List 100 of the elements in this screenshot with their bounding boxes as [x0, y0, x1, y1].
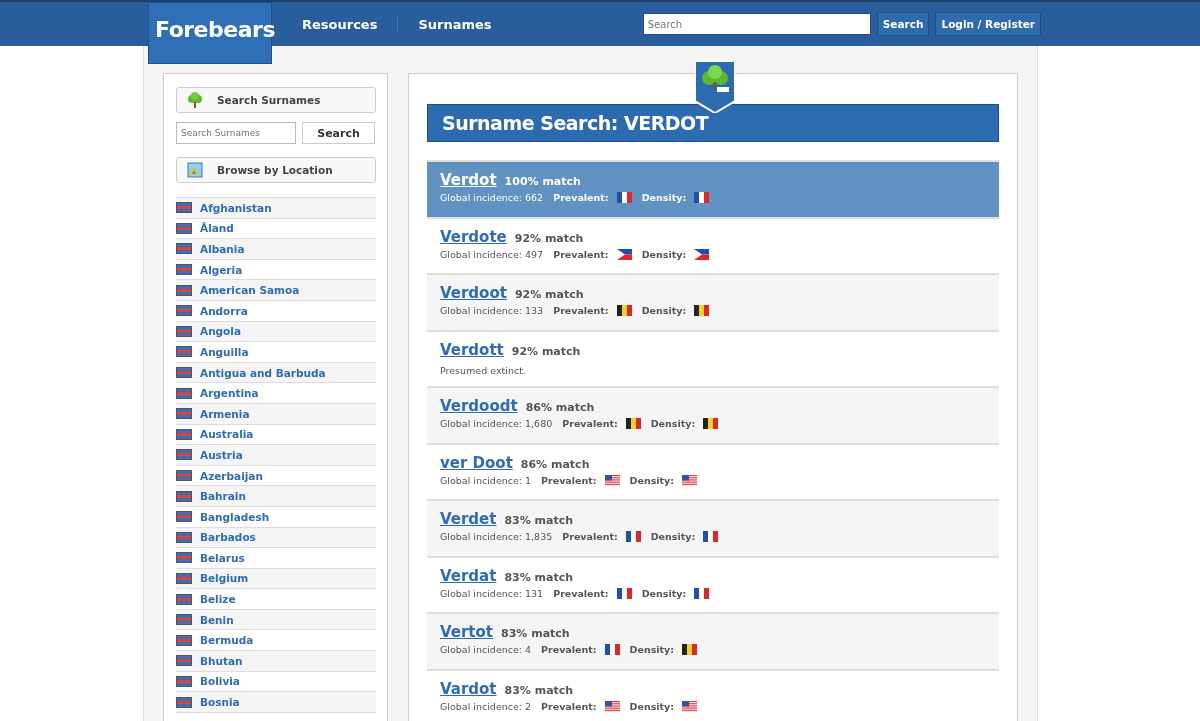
density-label: Density:	[629, 700, 675, 712]
country-link[interactable]: Bangladesh	[200, 510, 270, 523]
country-link[interactable]: Australia	[200, 428, 254, 441]
surname-link[interactable]: Verdat	[440, 566, 497, 585]
incidence-text: Global incidence: 497	[440, 248, 544, 260]
density-label: Density:	[629, 644, 675, 655]
surname-link[interactable]: Vertot	[440, 623, 493, 641]
surname-link[interactable]: Verdoot	[440, 284, 507, 302]
match-percent: 92% match	[514, 231, 584, 245]
country-link[interactable]: Barbados	[200, 531, 256, 544]
result-row[interactable]: Verdoot 92% match Global incidence: 133 Prevalent: Density:	[427, 275, 999, 332]
match-percent: 83% match	[504, 683, 574, 697]
flag-icon	[625, 418, 641, 429]
flag-icon	[176, 634, 192, 646]
flag-icon	[176, 614, 192, 626]
flag-icon	[176, 367, 192, 379]
prevalent-label: Prevalent:	[553, 192, 609, 203]
search-surnames-button[interactable]: Search Surnames	[176, 87, 376, 113]
prevalent-label: Prevalent:	[541, 700, 597, 712]
surname-link[interactable]: ver Doot	[440, 453, 513, 472]
incidence-text: Global incidence: 131	[440, 587, 544, 599]
flag-icon	[625, 531, 641, 542]
country-link[interactable]: Belize	[200, 593, 236, 606]
flag-icon	[703, 531, 719, 542]
country-link[interactable]: Anguilla	[200, 345, 249, 358]
match-percent: 83% match	[501, 627, 570, 640]
density-label: Density:	[650, 531, 696, 542]
country-link[interactable]: Åland	[200, 222, 234, 235]
surname-search-field[interactable]: Search Surnames	[176, 122, 296, 144]
flag-icon	[176, 675, 192, 687]
flag-icon	[176, 408, 192, 420]
country-link[interactable]: Azerbaijan	[200, 469, 263, 482]
country-link[interactable]: Algeria	[200, 263, 243, 276]
country-link[interactable]: Argentina	[200, 387, 259, 400]
flag-icon	[694, 587, 710, 599]
match-percent: 100% match	[504, 175, 581, 188]
nav-link[interactable]: Resources	[292, 16, 388, 32]
login-button[interactable]: Login / Register	[935, 12, 1041, 36]
country-link[interactable]: Benin	[200, 613, 234, 626]
density-label: Density:	[629, 474, 675, 486]
tree-icon	[187, 92, 203, 108]
search-field[interactable]: Search	[642, 13, 871, 35]
flag-icon	[694, 192, 710, 203]
result-row[interactable]: Verdet 83% match Global incidence: 1,835 Prevalent: Density:	[427, 501, 999, 558]
country-link[interactable]: Bolivia	[200, 675, 240, 688]
flag-icon	[176, 428, 192, 440]
extinct-note: Presumed extinct.	[440, 364, 526, 376]
result-row[interactable]: Vertot 83% match Global incidence: 4 Prevalent: Density:	[427, 614, 999, 671]
country-link[interactable]: Bermuda	[200, 634, 254, 647]
incidence-text: Global incidence: 4	[440, 644, 532, 655]
surname-link[interactable]: Verdet	[440, 510, 497, 528]
search-button[interactable]: Search	[876, 12, 930, 36]
incidence-text: Global incidence: 1,680	[440, 418, 553, 429]
density-label: Density:	[650, 418, 696, 429]
density-label: Density:	[641, 192, 687, 203]
result-row[interactable]: Verdoodt 86% match Global incidence: 1,680 Prevalent: Density:	[427, 388, 999, 445]
flag-icon	[703, 418, 719, 429]
country-link[interactable]: Austria	[200, 448, 243, 461]
country-link[interactable]: Bhutan	[200, 654, 243, 667]
density-label: Density:	[641, 305, 687, 316]
incidence-text: Global incidence: 1	[440, 474, 532, 486]
flag-icon	[682, 644, 698, 655]
surname-link[interactable]: Vardot	[440, 679, 497, 698]
flag-icon	[176, 655, 192, 667]
prevalent-label: Prevalent:	[541, 474, 597, 486]
flag-icon	[176, 573, 192, 584]
country-link[interactable]: Armenia	[200, 407, 250, 420]
match-percent: 86% match	[525, 401, 595, 414]
surname-link[interactable]: Verdot	[440, 171, 497, 189]
browse-location-button[interactable]: Browse by Location	[176, 157, 376, 183]
result-row[interactable]: Verdot 100% match Global incidence: 662 Prevalent: Density:	[427, 162, 999, 219]
flag-icon	[176, 531, 192, 543]
flag-icon	[604, 700, 620, 712]
surname-link[interactable]: Verdott	[440, 340, 504, 359]
incidence-text: Global incidence: 133	[440, 305, 544, 316]
country-link[interactable]: Bosnia	[200, 696, 240, 709]
nav-link[interactable]: Surnames	[408, 16, 502, 32]
map-icon	[187, 162, 203, 178]
match-percent: 92% match	[514, 288, 584, 301]
incidence-text: Global incidence: 1,835	[440, 531, 553, 542]
prevalent-label: Prevalent:	[541, 644, 597, 655]
match-percent: 86% match	[520, 457, 590, 471]
density-label: Density:	[641, 587, 687, 599]
country-link[interactable]: Angola	[200, 325, 241, 338]
prevalent-label: Prevalent:	[553, 587, 609, 599]
surname-link[interactable]: Verdote	[440, 227, 507, 246]
country-link[interactable]: Belarus	[200, 551, 245, 564]
search-button[interactable]: Search	[302, 122, 375, 144]
incidence-text: Global incidence: 662	[440, 192, 544, 203]
country-link[interactable]: Belgium	[200, 572, 249, 585]
country-link[interactable]: Andorra	[200, 304, 248, 317]
flag-icon	[616, 305, 632, 316]
match-percent: 92% match	[511, 344, 581, 358]
prevalent-label: Prevalent:	[562, 418, 618, 429]
flag-icon	[682, 474, 698, 486]
country-link[interactable]: Albania	[200, 243, 245, 255]
prevalent-label: Prevalent:	[553, 248, 609, 260]
flag-icon	[176, 284, 192, 296]
surname-link[interactable]: Verdoodt	[440, 397, 518, 415]
country-link[interactable]: Bahrain	[200, 490, 246, 503]
